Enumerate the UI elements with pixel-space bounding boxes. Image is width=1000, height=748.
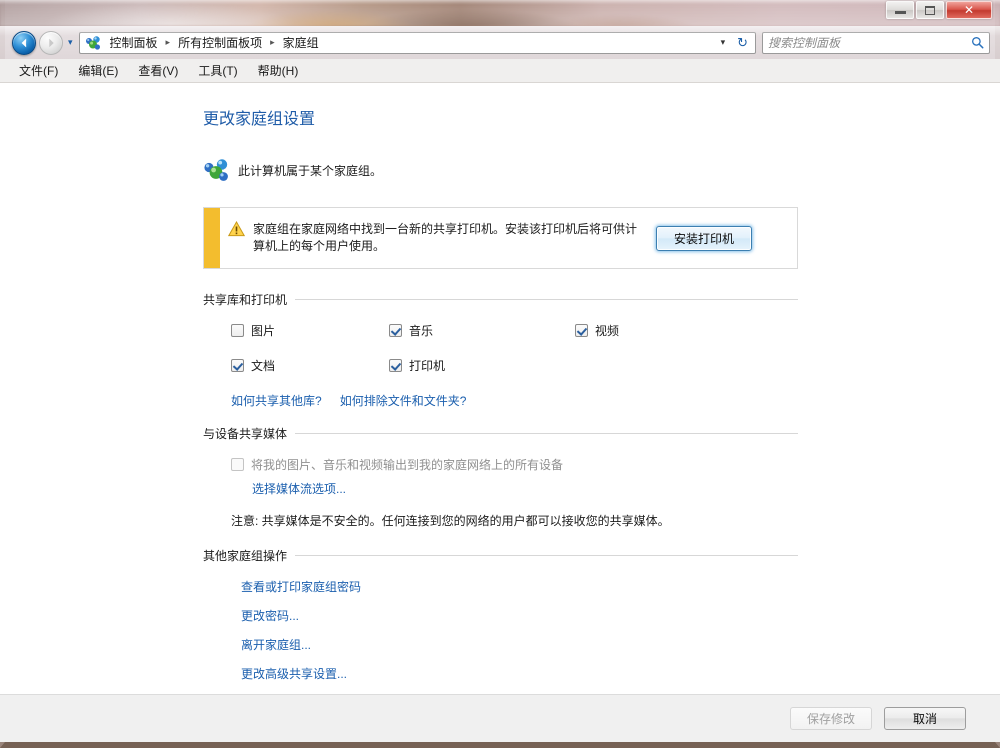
breadcrumb-item-homegroup[interactable]: 家庭组 — [278, 32, 324, 53]
link-advanced-sharing-settings[interactable]: 更改高级共享设置... — [241, 665, 1000, 682]
checkbox-videos[interactable]: 视频 — [575, 322, 761, 339]
breadcrumb-item-control-panel[interactable]: 控制面板 — [105, 32, 163, 53]
title-bar: ✕ — [0, 0, 1000, 26]
menu-view[interactable]: 查看(V) — [129, 59, 187, 82]
content-pane: 更改家庭组设置 此计算机属于某个家庭组。 — [0, 83, 1000, 694]
section-header-other-actions: 其他家庭组操作 — [203, 547, 798, 564]
checkbox-pictures-box[interactable] — [231, 324, 244, 337]
search-placeholder: 搜索控制面板 — [768, 34, 971, 51]
checkbox-videos-box[interactable] — [575, 324, 588, 337]
banner-accent-stripe — [204, 208, 220, 268]
section-divider — [295, 433, 798, 434]
link-exclude-files[interactable]: 如何排除文件和文件夹? — [340, 392, 467, 409]
checkbox-pictures-label: 图片 — [251, 322, 275, 339]
banner-message: 家庭组在家庭网络中找到一台新的共享打印机。安装该打印机后将可供计算机上的每个用户… — [253, 221, 648, 255]
aero-glass-blur — [0, 4, 1000, 26]
checkbox-documents-box[interactable] — [231, 359, 244, 372]
media-security-note: 注意: 共享媒体是不安全的。任何连接到您的网络的用户都可以接收您的共享媒体。 — [231, 512, 1000, 529]
refresh-icon[interactable]: ↻ — [734, 35, 751, 51]
checkbox-documents-label: 文档 — [251, 357, 275, 374]
homegroup-icon — [85, 35, 101, 51]
install-printer-button[interactable]: 安装打印机 — [656, 226, 752, 251]
install-printer-label: 安装打印机 — [674, 230, 734, 247]
menu-file[interactable]: 文件(F) — [10, 59, 67, 82]
checkbox-videos-label: 视频 — [595, 322, 619, 339]
other-actions-links: 查看或打印家庭组密码 更改密码... 离开家庭组... 更改高级共享设置... … — [203, 578, 1000, 694]
homegroup-icon — [203, 157, 229, 183]
save-changes-button[interactable]: 保存修改 — [790, 707, 872, 730]
cancel-label: 取消 — [913, 710, 937, 727]
library-checkbox-grid: 图片 音乐 视频 文档 — [203, 322, 798, 374]
window-controls: ✕ — [886, 1, 992, 19]
chevron-down-icon[interactable]: ▾ — [718, 37, 729, 48]
homegroup-status-row: 此计算机属于某个家庭组。 — [203, 157, 1000, 183]
page-title: 更改家庭组设置 — [203, 105, 1000, 129]
breadcrumb-separator-icon: ▸ — [164, 37, 173, 48]
checkbox-stream-media-box[interactable] — [231, 458, 244, 471]
link-change-password[interactable]: 更改密码... — [241, 607, 1000, 624]
checkbox-music-box[interactable] — [389, 324, 402, 337]
minimize-button[interactable] — [886, 1, 914, 19]
checkbox-stream-media-label: 将我的图片、音乐和视频输出到我的家庭网络上的所有设备 — [251, 456, 563, 473]
media-settings-block: 将我的图片、音乐和视频输出到我的家庭网络上的所有设备 选择媒体流选项... 注意… — [203, 456, 1000, 529]
dialog-footer: 保存修改 取消 — [0, 694, 1000, 742]
menu-tools[interactable]: 工具(T) — [189, 59, 246, 82]
search-input[interactable]: 搜索控制面板 — [762, 32, 990, 54]
checkbox-printers-label: 打印机 — [409, 357, 445, 374]
close-icon: ✕ — [964, 4, 974, 16]
search-icon[interactable] — [971, 36, 984, 49]
checkbox-row: 图片 音乐 视频 — [203, 322, 798, 339]
forward-arrow-icon — [45, 36, 58, 49]
section-header-media: 与设备共享媒体 — [203, 425, 798, 442]
forward-button[interactable] — [39, 31, 63, 55]
checkbox-printers[interactable]: 打印机 — [389, 357, 575, 374]
section-divider — [295, 299, 798, 300]
menu-bar: 文件(F) 编辑(E) 查看(V) 工具(T) 帮助(H) — [0, 59, 1000, 83]
section-header-libraries: 共享库和打印机 — [203, 291, 798, 308]
checkbox-documents[interactable]: 文档 — [203, 357, 389, 374]
maximize-icon — [925, 6, 935, 15]
media-stream-options-row: 选择媒体流选项... — [231, 480, 1000, 498]
save-changes-label: 保存修改 — [807, 710, 855, 727]
section-label-libraries: 共享库和打印机 — [203, 291, 287, 308]
maximize-button[interactable] — [916, 1, 944, 19]
address-bar: ▾ 控制面板 ▸ 所有控制面板项 ▸ 家庭组 ▾ ↻ 搜索控制面板 — [0, 26, 1000, 59]
link-leave-homegroup[interactable]: 离开家庭组... — [241, 636, 1000, 653]
breadcrumb-item-all-items[interactable]: 所有控制面板项 — [173, 32, 267, 53]
checkbox-printers-box[interactable] — [389, 359, 402, 372]
menu-help[interactable]: 帮助(H) — [249, 59, 308, 82]
section-label-other-actions: 其他家庭组操作 — [203, 547, 287, 564]
printer-notification-banner: 家庭组在家庭网络中找到一台新的共享打印机。安装该打印机后将可供计算机上的每个用户… — [203, 207, 798, 269]
warning-icon — [228, 221, 245, 237]
close-button[interactable]: ✕ — [946, 1, 992, 19]
homegroup-status-text: 此计算机属于某个家庭组。 — [238, 162, 382, 179]
address-bar-tail: ▾ ↻ — [714, 32, 756, 54]
checkbox-music-label: 音乐 — [409, 322, 433, 339]
checkbox-stream-media[interactable]: 将我的图片、音乐和视频输出到我的家庭网络上的所有设备 — [231, 456, 1000, 473]
back-button[interactable] — [12, 31, 36, 55]
menu-edit[interactable]: 编辑(E) — [69, 59, 127, 82]
link-media-stream-options[interactable]: 选择媒体流选项... — [252, 482, 346, 496]
back-arrow-icon — [18, 36, 31, 49]
library-help-links: 如何共享其他库? 如何排除文件和文件夹? — [203, 392, 1000, 409]
breadcrumb[interactable]: 控制面板 ▸ 所有控制面板项 ▸ 家庭组 — [79, 32, 714, 54]
cancel-button[interactable]: 取消 — [884, 707, 966, 730]
checkbox-row: 文档 打印机 — [203, 357, 798, 374]
checkbox-row-filler — [575, 357, 761, 374]
link-share-other-libraries[interactable]: 如何共享其他库? — [231, 392, 322, 409]
checkbox-music[interactable]: 音乐 — [389, 322, 575, 339]
recent-pages-dropdown[interactable]: ▾ — [68, 37, 73, 48]
section-divider — [295, 555, 798, 556]
checkbox-pictures[interactable]: 图片 — [203, 322, 389, 339]
minimize-icon — [895, 11, 906, 14]
section-label-media: 与设备共享媒体 — [203, 425, 287, 442]
link-view-print-password[interactable]: 查看或打印家庭组密码 — [241, 578, 1000, 595]
breadcrumb-separator-icon: ▸ — [268, 37, 277, 48]
control-panel-window: ✕ ▾ 控制面板 — [0, 0, 1000, 748]
